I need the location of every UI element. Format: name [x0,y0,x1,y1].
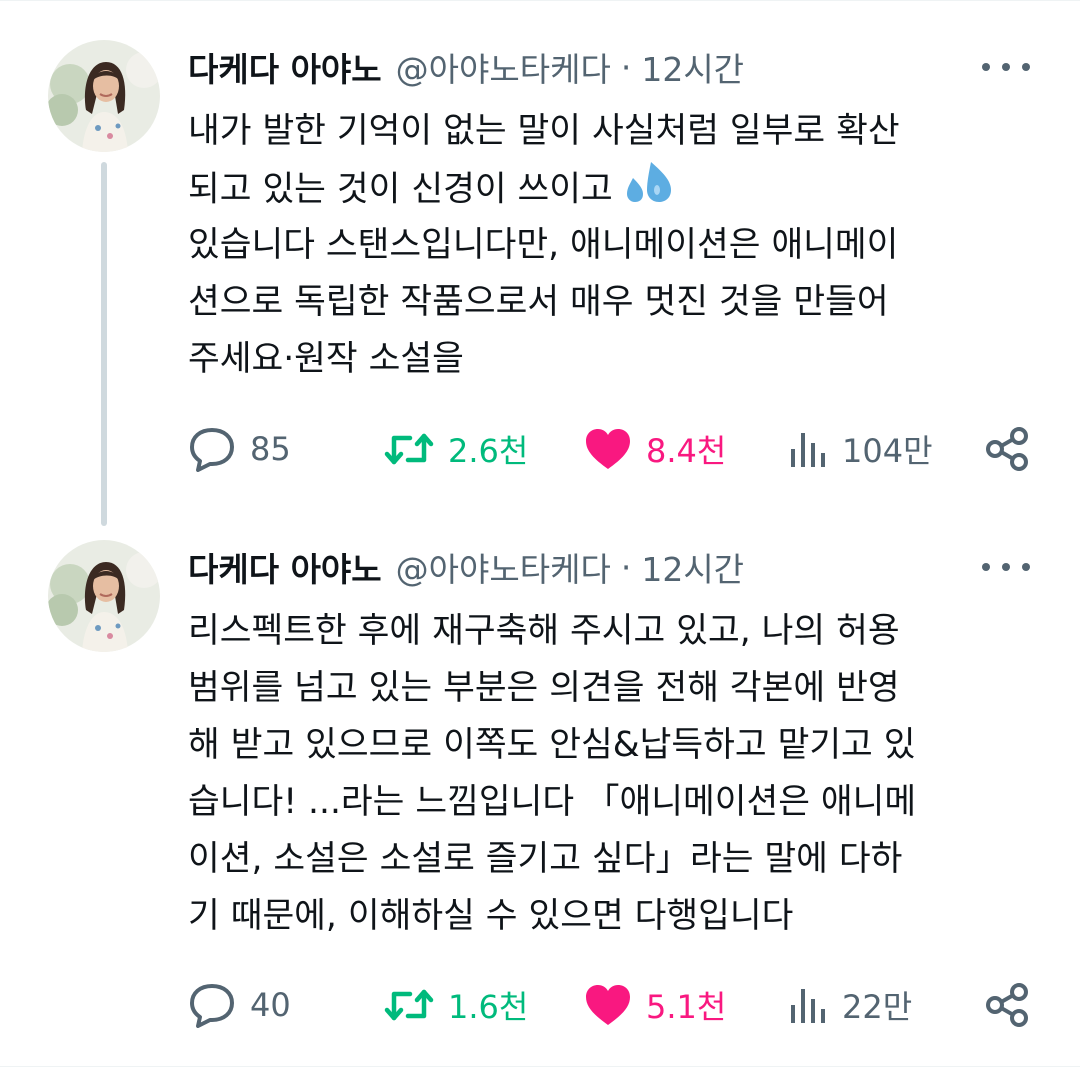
text-line: 있습니다 스탠스입니다만, 애니메이션은 애니메이 [188,225,899,265]
separator-dot: · [620,47,632,87]
repost-button[interactable]: 2.6천 [384,424,528,474]
text-line-with-emoji: 되고 있는 것이 신경이 쓰이고 [188,160,1038,217]
text-line: 기 때문에, 이해하실 수 있으면 다행입니다 [188,896,794,936]
views-icon [791,433,825,467]
text-line: 되고 있는 것이 신경이 쓰이고 [188,169,613,210]
like-icon [586,429,630,469]
text-line: 리스펙트한 후에 재구축해 주시고 있고, 나의 허용 [188,611,900,651]
tweet-text: 리스펙트한 후에 재구축해 주시고 있고, 나의 허용 범위를 넘고 있는 부분… [188,603,1038,945]
views-button[interactable]: 22만 [788,980,912,1030]
thread-connector-line [101,162,107,526]
tweet-header: 다케다 아야노 @아야노타케다 · 12시간 [188,39,744,95]
tweet-text: 내가 발한 기억이 없는 말이 사실처럼 일부로 확산 되고 있는 것이 신경이… [188,103,1038,388]
repost-icon [384,989,434,1021]
text-line: 범위를 넘고 있는 부분은 의견을 전해 각본에 반영 [188,668,900,708]
timestamp[interactable]: 12시간 [641,543,744,591]
reply-count: 85 [250,430,291,468]
reply-button[interactable]: 40 [188,980,291,1030]
views-count: 22만 [842,988,913,1026]
text-line: 내가 발한 기억이 없는 말이 사실처럼 일부로 확산 [188,111,900,151]
share-button[interactable] [984,424,1030,474]
more-icon[interactable] [982,57,1030,77]
like-icon [586,985,630,1025]
text-line: 해 받고 있으므로 이쪽도 안심&납득하고 맡기고 있 [188,725,916,765]
tweet-header: 다케다 아야노 @아야노타케다 · 12시간 [188,539,744,595]
views-icon [791,989,825,1023]
like-count: 5.1천 [646,988,727,1026]
separator-dot: · [620,547,632,587]
like-button[interactable]: 8.4천 [584,424,726,474]
sweat-droplets-emoji [621,160,673,222]
reply-button[interactable]: 85 [188,424,291,474]
reply-icon [190,428,234,472]
repost-button[interactable]: 1.6천 [384,980,528,1030]
share-button[interactable] [984,980,1030,1030]
avatar[interactable] [48,540,160,652]
like-count: 8.4천 [646,432,727,470]
top-divider [0,0,1080,1]
timestamp[interactable]: 12시간 [641,43,744,91]
author-name[interactable]: 다케다 아야노 [188,543,382,591]
text-line: 습니다! ...라는 느낌입니다 「애니메이션은 애니메 [188,782,917,822]
text-line: 션으로 독립한 작품으로서 매우 멋진 것을 만들어 [188,282,889,322]
views-button[interactable]: 104만 [788,424,933,474]
author-handle[interactable]: @아야노타케다 [396,543,611,591]
views-count: 104만 [842,432,933,470]
text-line: 주세요·원작 소설을 [188,339,464,379]
repost-icon [384,433,434,465]
repost-count: 1.6천 [448,988,529,1026]
repost-count: 2.6천 [448,432,529,470]
reply-icon [190,984,234,1028]
author-handle[interactable]: @아야노타케다 [396,43,611,91]
share-icon [986,983,1028,1027]
avatar[interactable] [48,40,160,152]
author-name[interactable]: 다케다 아야노 [188,43,382,91]
like-button[interactable]: 5.1천 [584,980,726,1030]
text-line: 이션, 소설은 소설로 즐기고 싶다」라는 말에 다하 [188,839,903,879]
action-bar: 40 1.6천 5.1천 22만 [188,980,1030,1030]
bottom-divider [0,1066,1080,1067]
reply-count: 40 [250,986,291,1024]
more-icon[interactable] [982,557,1030,577]
share-icon [986,427,1028,471]
action-bar: 85 2.6천 8.4천 104만 [188,424,1030,474]
